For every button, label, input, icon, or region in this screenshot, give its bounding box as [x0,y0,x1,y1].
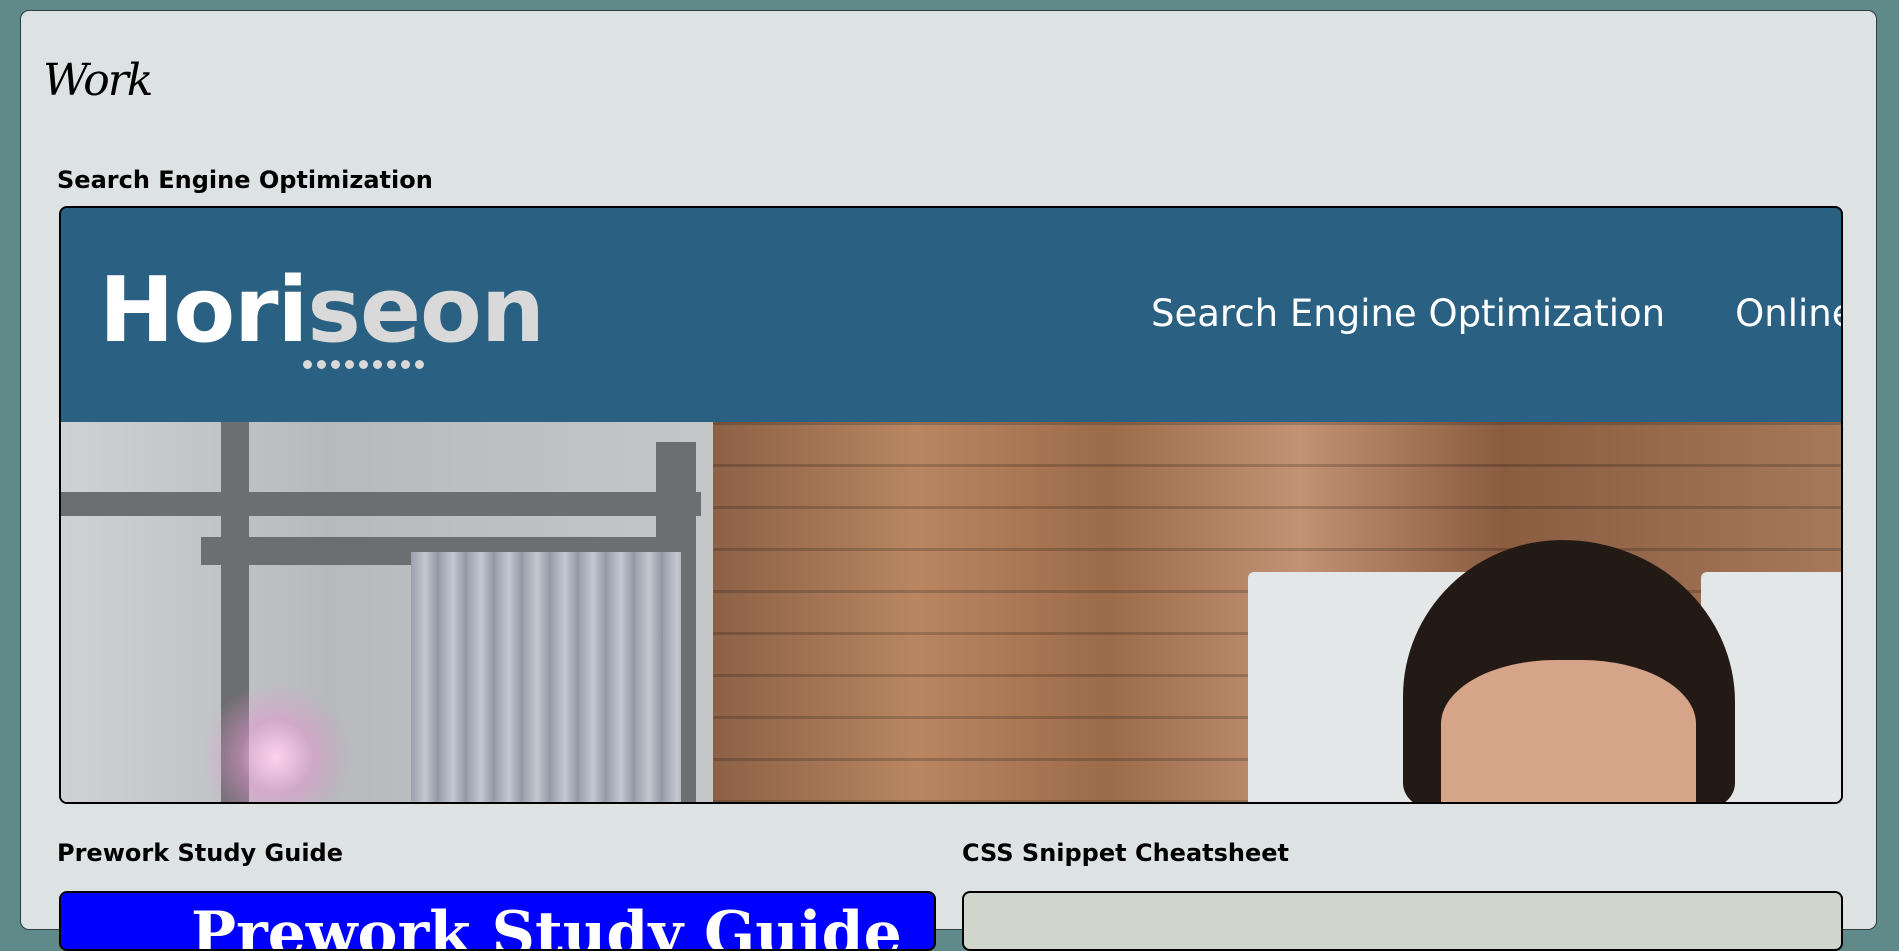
project-label-css: CSS Snippet Cheatsheet [962,839,1290,867]
hero-image [61,422,1841,802]
work-section: Work Search Engine Optimization Horiseon… [20,10,1877,951]
horiseon-logo: Horiseon [99,258,545,363]
prework-preview-title: Prework Study Guide [191,899,902,951]
project-card-seo[interactable]: Horiseon Search Engine Optimization Onli… [59,206,1843,804]
project-card-css[interactable] [962,891,1843,951]
project-card-prework[interactable]: Prework Study Guide [59,891,936,951]
project-label-prework: Prework Study Guide [57,839,344,867]
curtain [411,552,681,802]
section-title: Work [43,55,153,106]
person-face [1441,660,1696,802]
nav-item-online: Online [1735,292,1843,335]
project-label-seo: Search Engine Optimization [57,166,433,194]
window-frame [61,492,701,516]
nav-item-seo: Search Engine Optimization [1151,292,1666,335]
horiseon-nav: Search Engine Optimization Online [1151,292,1843,335]
logo-dots [303,360,424,369]
horiseon-header: Horiseon Search Engine Optimization Onli… [61,208,1841,422]
